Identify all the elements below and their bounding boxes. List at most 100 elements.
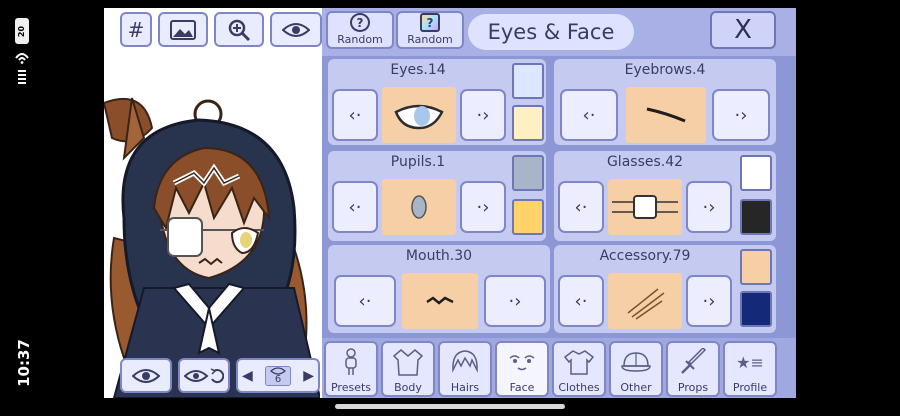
tab-hairs-label: Hairs (450, 381, 480, 394)
eyes-prev-button[interactable]: ‹· (332, 89, 378, 141)
tab-clothes[interactable]: Clothes (552, 341, 606, 397)
tab-body-label: Body (394, 381, 422, 394)
hair-icon (449, 347, 481, 377)
grid-label: # (127, 17, 145, 42)
eyepatch-preview-icon (612, 195, 678, 219)
eyebrows-card: Eyebrows.4 ‹· ·› (554, 59, 776, 145)
tab-other[interactable]: Other (609, 341, 663, 397)
accessory-swatches (738, 247, 776, 331)
figure-icon (335, 347, 367, 377)
visibility-button[interactable] (270, 12, 322, 47)
glasses-color-1[interactable] (740, 155, 772, 191)
reset-view-button[interactable] (178, 358, 230, 393)
tab-face-label: Face (509, 381, 535, 394)
eyes-next-button[interactable]: ·› (460, 89, 506, 141)
status-bar: 20 10:37 (0, 0, 48, 416)
eyebrows-next-button[interactable]: ·› (712, 89, 770, 141)
eyes-label: Eyes.14 (390, 62, 446, 78)
tab-profile[interactable]: ★≡ Profile (723, 341, 777, 397)
bottom-tools: ◀ 6 ▶ (120, 358, 320, 393)
zoom-button[interactable] (214, 12, 264, 47)
face-icon (506, 347, 538, 377)
tab-presets[interactable]: Presets (324, 341, 378, 397)
tab-presets-label: Presets (330, 381, 372, 394)
panel-title: Eyes & Face (468, 14, 634, 50)
eyebrows-preview (626, 87, 706, 143)
pupils-color-1[interactable] (512, 155, 544, 191)
random-label: Random (337, 33, 383, 46)
tab-other-label: Other (620, 381, 652, 394)
mouth-prev-button[interactable]: ‹· (334, 275, 396, 327)
hide-ui-button[interactable] (120, 358, 172, 393)
tab-props-label: Props (677, 381, 709, 394)
pupil-preview-icon (411, 195, 427, 219)
eye-icon (132, 368, 160, 383)
zoom-in-icon (228, 19, 251, 41)
tab-props[interactable]: Props (666, 341, 720, 397)
star-list-icon: ★≡ (736, 352, 764, 372)
eyes-preview (382, 87, 456, 143)
background-button[interactable] (158, 12, 208, 47)
scratch-preview-icon (627, 288, 665, 320)
game-screen: # ◀ 6 ▶ ? Random ? Random Eyes & Face X … (104, 8, 796, 398)
clock-text: 10:37 (15, 339, 33, 387)
pupils-prev-button[interactable]: ‹· (332, 181, 378, 233)
grid-button[interactable]: # (120, 12, 152, 47)
random-color-label: Random (407, 33, 453, 46)
character-preview[interactable] (104, 8, 320, 398)
accessory-next-button[interactable]: ·› (686, 275, 732, 327)
eyes-color-1[interactable] (512, 63, 544, 99)
mouth-label: Mouth.30 (405, 248, 473, 264)
pupils-next-button[interactable]: ·› (460, 181, 506, 233)
pupils-color-2[interactable] (512, 199, 544, 235)
category-bar: Presets Body Hairs Face Clothes Other Pr… (322, 338, 796, 398)
color-question-icon: ? (420, 13, 440, 32)
eyebrows-prev-button[interactable]: ‹· (560, 89, 618, 141)
eyes-card: Eyes.14 ‹· ·› (328, 59, 546, 145)
jacket-icon (392, 347, 424, 377)
battery-level: 20 (17, 25, 27, 37)
pupils-card: Pupils.1 ‹· ·› (328, 151, 546, 241)
mouth-next-button[interactable]: ·› (484, 275, 546, 327)
home-indicator[interactable] (335, 404, 565, 409)
tab-hairs[interactable]: Hairs (438, 341, 492, 397)
clock: 10:37 (4, 339, 44, 387)
sword-icon (677, 347, 709, 377)
eyebrows-label: Eyebrows.4 (624, 62, 706, 78)
page-number: 6 (274, 373, 282, 385)
tab-face[interactable]: Face (495, 341, 549, 397)
random-button[interactable]: ? Random (326, 11, 394, 49)
next-page-icon[interactable]: ▶ (303, 368, 314, 384)
top-tools: # (120, 12, 322, 47)
page-switcher[interactable]: ◀ 6 ▶ (236, 358, 320, 393)
page-indicator: 6 (265, 365, 291, 386)
mouth-preview-icon (426, 296, 454, 305)
wifi-icon (15, 53, 29, 64)
random-color-button[interactable]: ? Random (396, 11, 464, 49)
glasses-next-button[interactable]: ·› (686, 181, 732, 233)
glasses-preview (608, 179, 682, 235)
glasses-color-2[interactable] (740, 199, 772, 235)
eyes-color-2[interactable] (512, 105, 544, 141)
tab-body[interactable]: Body (381, 341, 435, 397)
pupils-label: Pupils.1 (390, 154, 446, 170)
battery-indicator: 20 (15, 18, 29, 44)
mouth-card: Mouth.30 ‹· ·› (328, 245, 550, 333)
accessory-preview (608, 273, 682, 329)
eye-icon (282, 22, 310, 37)
prev-page-icon[interactable]: ◀ (242, 368, 253, 384)
eye-refresh-icon (184, 367, 224, 383)
eyebrow-preview-icon (646, 107, 686, 123)
tab-clothes-label: Clothes (558, 381, 600, 394)
pupils-swatches (510, 153, 546, 239)
accessory-color-1[interactable] (740, 249, 772, 285)
glasses-prev-button[interactable]: ‹· (558, 181, 604, 233)
close-button[interactable]: X (710, 11, 776, 49)
editor-panel: ? Random ? Random Eyes & Face X Eyes.14 … (322, 8, 796, 398)
accessory-prev-button[interactable]: ‹· (558, 275, 604, 327)
accessory-label: Accessory.79 (599, 248, 691, 264)
panel-title-text: Eyes & Face (487, 20, 615, 44)
accessory-color-2[interactable] (740, 291, 772, 327)
shirt-icon (563, 347, 595, 377)
glasses-swatches (738, 153, 776, 239)
